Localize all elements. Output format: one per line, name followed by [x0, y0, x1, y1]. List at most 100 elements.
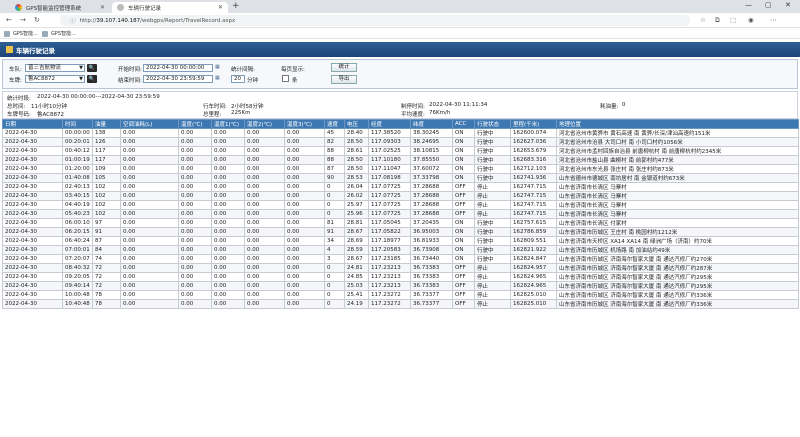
page-size-checkbox[interactable] — [282, 75, 289, 82]
back-icon[interactable]: ← — [6, 16, 12, 24]
table-row[interactable]: 2022-04-30 00:40:12 117 0.00 0.00 0.00 0.00 0.0… — [2, 146, 799, 156]
table-cell: 0.00 — [120, 128, 179, 138]
company-search-button[interactable]: 🔍 — [87, 64, 97, 72]
column-header[interactable]: 纬度 — [410, 119, 453, 129]
table-row[interactable]: 2022-04-30 10:40:48 78 0.00 0.00 0.00 0.00 0.00… — [2, 299, 799, 309]
column-header[interactable]: 温度1(℃) — [211, 119, 245, 129]
table-cell: ON — [452, 146, 475, 156]
table-cell: 0.00 — [244, 263, 285, 273]
table-cell: 109 — [92, 164, 121, 174]
table-cell: 24.19 — [344, 299, 369, 309]
table-row[interactable]: 2022-04-30 08:40:32 72 0.00 0.00 0.00 0.00 0.00… — [2, 263, 799, 273]
forward-icon[interactable]: → — [20, 16, 26, 24]
table-cell: 162809.551 — [510, 236, 557, 246]
table-cell: 2022-04-30 — [2, 290, 63, 300]
bookmark-item[interactable]: GPS智能... — [42, 30, 76, 37]
calendar-icon[interactable]: ▦ — [215, 75, 220, 81]
column-header[interactable]: 日期 — [2, 119, 63, 129]
page-header: 车辆行驶记录 — [0, 42, 800, 57]
table-cell: 117.11047 — [368, 164, 411, 174]
drive-time-value: 2小时58分钟 — [231, 104, 264, 110]
column-header[interactable]: 电压 — [344, 119, 369, 129]
company-select[interactable]: 晋三吉航物流 ▼ — [25, 64, 85, 72]
table-row[interactable]: 2022-04-30 04:40:19 102 0.00 0.00 0.00 0.00 0.0… — [2, 200, 799, 210]
query-button[interactable]: 统计 — [331, 63, 357, 72]
table-cell: 0 — [324, 290, 345, 300]
calendar-icon[interactable]: ▦ — [215, 64, 220, 70]
table-cell: 0.00 — [120, 245, 179, 255]
more-icon[interactable]: ⋯ — [770, 16, 777, 24]
table-row[interactable]: 2022-04-30 01:40:08 105 0.00 0.00 0.00 0.00 0.0… — [2, 173, 799, 183]
table-cell: 0.00 — [244, 200, 285, 210]
column-header[interactable]: 经度 — [368, 119, 411, 129]
column-header[interactable]: 温度2(℃) — [244, 119, 285, 129]
column-header[interactable]: 速度 — [324, 119, 345, 129]
table-cell: ON — [452, 137, 475, 147]
table-cell: 01:40:08 — [62, 173, 93, 183]
table-cell: 0.00 — [211, 182, 245, 192]
new-tab-icon[interactable]: + — [232, 1, 240, 11]
column-header[interactable]: 温度3(℃) — [284, 119, 325, 129]
star-icon[interactable]: ☆ — [700, 16, 706, 24]
column-header[interactable]: 行驶状态 — [474, 119, 511, 129]
table-cell: 停止 — [474, 290, 511, 300]
table-cell: 0.00 — [120, 182, 179, 192]
table-row[interactable]: 2022-04-30 06:00:10 97 0.00 0.00 0.00 0.00 0.00… — [2, 218, 799, 228]
table-row[interactable]: 2022-04-30 01:20:00 109 0.00 0.00 0.00 0.00 0.0… — [2, 164, 799, 174]
table-row[interactable]: 2022-04-30 02:40:13 102 0.00 0.00 0.00 0.00 0.0… — [2, 182, 799, 192]
column-header[interactable]: 时间 — [62, 119, 93, 129]
interval-input[interactable]: 20 — [231, 75, 245, 83]
start-time-input[interactable]: 2022-04-30 00:00:00 — [143, 64, 213, 72]
table-row[interactable]: 2022-04-30 07:00:01 84 0.00 0.00 0.00 0.00 0.00… — [2, 245, 799, 255]
close-icon[interactable]: ✕ — [218, 4, 223, 11]
table-cell: 162712.103 — [510, 164, 557, 174]
table-cell: 0.00 — [120, 218, 179, 228]
column-header[interactable]: 空调油耗(L) — [120, 119, 179, 129]
table-row[interactable]: 2022-04-30 00:20:01 126 0.00 0.00 0.00 0.00 0.0… — [2, 137, 799, 147]
table-cell: 88 — [324, 155, 345, 165]
column-header[interactable]: ACC — [452, 119, 475, 129]
url-field[interactable]: ⓘ http://39.107.140.187/webgps/Report/Tr… — [60, 15, 690, 26]
table-row[interactable]: 2022-04-30 00:00:00 138 0.00 0.00 0.00 0.00 0.0… — [2, 128, 799, 138]
table-row[interactable]: 2022-04-30 09:20:05 72 0.00 0.00 0.00 0.00 0.00… — [2, 272, 799, 282]
table-row[interactable]: 2022-04-30 10:00:48 78 0.00 0.00 0.00 0.00 0.00… — [2, 290, 799, 300]
end-time-input[interactable]: 2022-04-30 23:59:59 — [143, 75, 213, 83]
table-cell: 山东省济南市历城区 济南海尔智家大厦 南 通达汽修厂约295米 — [556, 281, 799, 291]
close-icon[interactable]: ✕ — [100, 4, 105, 11]
chevron-down-icon: ▼ — [79, 76, 83, 82]
table-cell: 91 — [92, 227, 121, 237]
tab-travel-record[interactable]: 车辆行驶记录 ✕ — [112, 2, 228, 13]
profile-icon[interactable]: ◉ — [748, 16, 754, 24]
table-cell: 0.00 — [211, 236, 245, 246]
table-cell: 0.00 — [284, 218, 325, 228]
table-row[interactable]: 2022-04-30 06:40:24 87 0.00 0.00 0.00 0.00 0.00… — [2, 236, 799, 246]
table-cell: 0.00 — [178, 245, 212, 255]
table-row[interactable]: 2022-04-30 05:40:23 102 0.00 0.00 0.00 0.00 0.0… — [2, 209, 799, 219]
vehicle-search-button[interactable]: 🔍 — [87, 75, 97, 83]
table-cell: 126 — [92, 137, 121, 147]
vehicle-select[interactable]: 鲁AC8872 ▼ — [25, 75, 85, 83]
table-cell: 36.73908 — [410, 245, 453, 255]
table-cell: 0.00 — [211, 164, 245, 174]
table-cell: 0.00 — [178, 272, 212, 282]
minimize-icon[interactable]: — — [745, 1, 752, 9]
column-header[interactable]: 油量 — [92, 119, 121, 129]
tab-gps-system[interactable]: GPS智能监控管理系统 ✕ — [10, 2, 110, 13]
column-header[interactable]: 里程(千米) — [510, 119, 557, 129]
bookmark-item[interactable]: GPS智能... — [4, 30, 38, 37]
table-cell: 0.00 — [244, 272, 285, 282]
table-row[interactable]: 2022-04-30 09:40:14 72 0.00 0.00 0.00 0.00 0.00… — [2, 281, 799, 291]
window-close-icon[interactable]: ✕ — [785, 1, 791, 9]
table-row[interactable]: 2022-04-30 07:20:07 74 0.00 0.00 0.00 0.00 0.00… — [2, 254, 799, 264]
extensions-icon[interactable]: ⧉ — [715, 16, 720, 25]
table-row[interactable]: 2022-04-30 06:20:15 91 0.00 0.00 0.00 0.00 0.00… — [2, 227, 799, 237]
column-header[interactable]: 温度(℃) — [178, 119, 212, 129]
export-button[interactable]: 导出 — [331, 75, 357, 84]
column-header[interactable]: 地理位置 — [556, 119, 799, 129]
table-cell: 38.10815 — [410, 146, 453, 156]
collections-icon[interactable]: ⬚ — [730, 16, 736, 24]
maximize-icon[interactable]: ▢ — [765, 1, 772, 9]
reload-icon[interactable]: ↻ — [34, 16, 40, 24]
table-row[interactable]: 2022-04-30 01:00:19 117 0.00 0.00 0.00 0.00 0.0… — [2, 155, 799, 165]
table-row[interactable]: 2022-04-30 03:40:15 102 0.00 0.00 0.00 0.00 0.0… — [2, 191, 799, 201]
